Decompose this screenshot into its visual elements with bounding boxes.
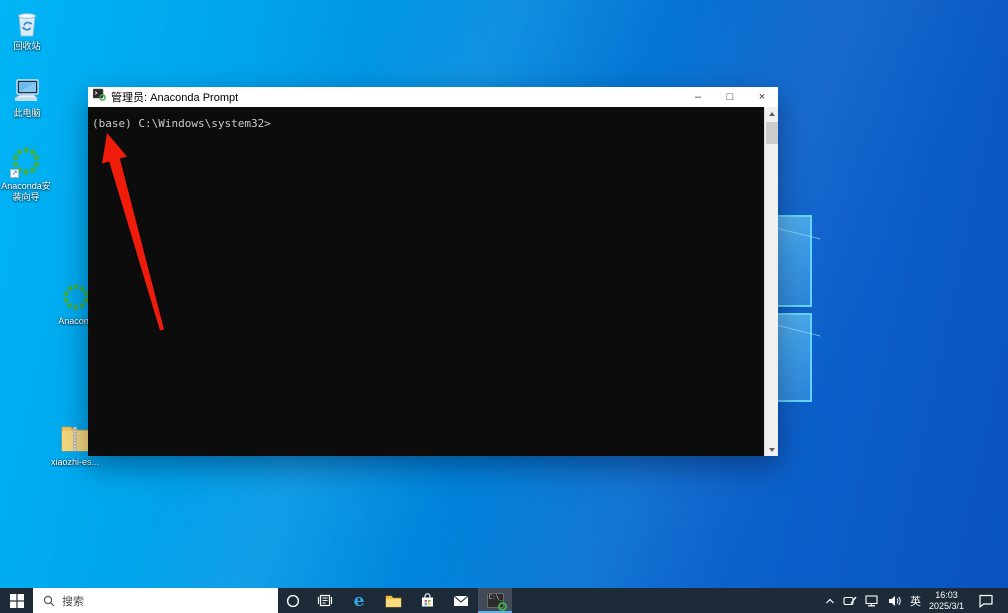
maximize-button[interactable]: □ bbox=[714, 87, 746, 107]
scroll-up-icon[interactable] bbox=[765, 107, 779, 120]
file-explorer-button[interactable] bbox=[376, 588, 410, 613]
scroll-down-icon[interactable] bbox=[765, 443, 779, 456]
close-button[interactable]: × bbox=[746, 87, 778, 107]
system-tray: 英 16:03 2025/3/1 bbox=[825, 588, 1008, 613]
chevron-up-icon bbox=[825, 597, 835, 605]
file-explorer-icon bbox=[385, 594, 402, 608]
windows-logo-icon bbox=[10, 594, 24, 608]
window-title: 管理员: Anaconda Prompt bbox=[111, 89, 238, 105]
window-titlebar[interactable]: 管理员: Anaconda Prompt – □ × bbox=[88, 87, 778, 107]
task-view-icon bbox=[317, 594, 333, 607]
icon-label: xiaozhi-es... bbox=[51, 457, 99, 468]
tray-date: 2025/3/1 bbox=[929, 601, 964, 611]
prompt-line: (base) C:\Windows\system32> bbox=[92, 117, 271, 130]
mail-button[interactable] bbox=[444, 588, 478, 613]
edge-icon: e bbox=[354, 591, 365, 611]
taskbar: 搜索 e bbox=[0, 588, 1008, 613]
anaconda-prompt-window: 管理员: Anaconda Prompt – □ × (base) C:\Win… bbox=[88, 87, 778, 456]
desktop-icon-anaconda-setup[interactable]: ↗ Anaconda安装向导 bbox=[0, 145, 54, 203]
anaconda-ring-icon bbox=[498, 602, 507, 611]
desktop-icon-recycle-bin[interactable]: 回收站 bbox=[0, 7, 55, 52]
volume-button[interactable] bbox=[888, 588, 902, 613]
wallpaper-logo-pane-top bbox=[775, 215, 812, 307]
mail-icon bbox=[453, 595, 469, 607]
cortana-button[interactable] bbox=[278, 588, 308, 613]
tray-time: 16:03 bbox=[935, 590, 958, 600]
hidden-icons-chevron[interactable] bbox=[825, 588, 835, 613]
ime-language-indicator[interactable]: 英 bbox=[910, 588, 921, 613]
taskbar-empty-area bbox=[512, 588, 825, 613]
scrollbar-thumb[interactable] bbox=[766, 122, 778, 144]
action-center-button[interactable] bbox=[972, 588, 1000, 613]
icon-label: Anaconda安装向导 bbox=[0, 181, 54, 203]
recycle-bin-icon bbox=[12, 7, 42, 39]
clock[interactable]: 16:03 2025/3/1 bbox=[929, 588, 964, 613]
store-button[interactable] bbox=[410, 588, 444, 613]
store-icon bbox=[420, 593, 435, 608]
zip-folder-icon bbox=[59, 421, 91, 455]
edge-button[interactable]: e bbox=[342, 588, 376, 613]
desktop-icon-this-pc[interactable]: 此电脑 bbox=[0, 76, 55, 119]
cortana-icon bbox=[286, 594, 300, 608]
wallpaper-logo-pane-bottom bbox=[775, 313, 812, 402]
terminal-output[interactable]: (base) C:\Windows\system32> bbox=[88, 107, 764, 456]
anaconda-prompt-icon bbox=[93, 88, 106, 106]
window-controls: – □ × bbox=[682, 87, 778, 107]
action-center-icon bbox=[978, 594, 994, 608]
anaconda-logo-icon: ↗ bbox=[9, 145, 43, 179]
anaconda-prompt-taskbar-button[interactable]: C:\_ bbox=[478, 588, 512, 613]
start-button[interactable] bbox=[0, 588, 33, 613]
taskbar-search-input[interactable]: 搜索 bbox=[33, 588, 278, 613]
network-ethernet-icon bbox=[865, 595, 880, 607]
icon-label: 回收站 bbox=[13, 41, 40, 52]
anaconda-prompt-icon: C:\_ bbox=[487, 593, 504, 608]
this-pc-icon bbox=[11, 76, 43, 106]
icon-label: 此电脑 bbox=[13, 108, 40, 119]
speaker-icon bbox=[888, 595, 902, 607]
search-placeholder: 搜索 bbox=[62, 593, 84, 609]
desktop: 回收站 此电脑 ↗ Anaconda安装向导 Ana bbox=[0, 0, 1008, 613]
pen-icon bbox=[843, 595, 857, 607]
terminal-scrollbar[interactable] bbox=[764, 107, 778, 456]
task-view-button[interactable] bbox=[308, 588, 342, 613]
search-icon bbox=[43, 595, 55, 607]
network-button[interactable] bbox=[865, 588, 880, 613]
pen-workspace-button[interactable] bbox=[843, 588, 857, 613]
shortcut-arrow-icon: ↗ bbox=[10, 169, 19, 178]
minimize-button[interactable]: – bbox=[682, 87, 714, 107]
